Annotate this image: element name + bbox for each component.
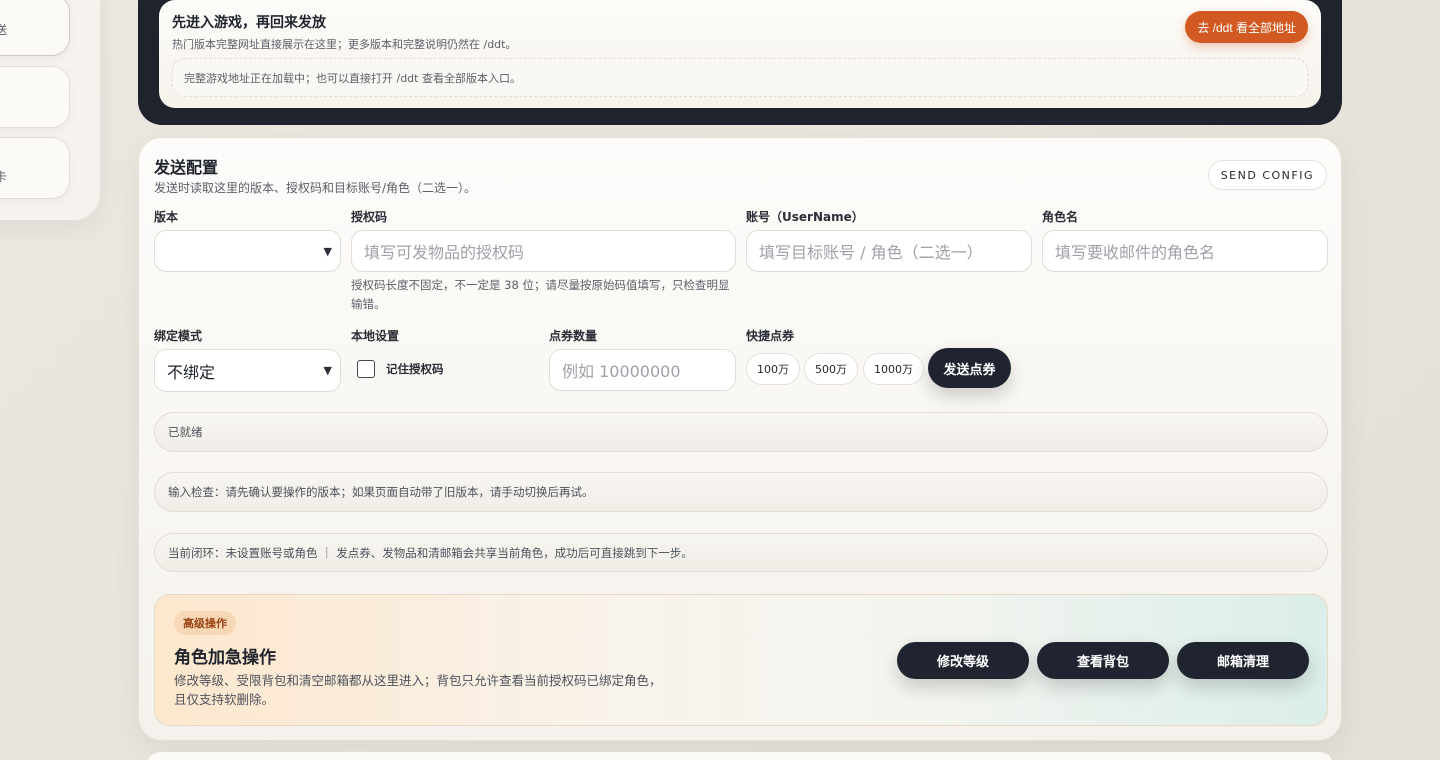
auth-code-label: 授权码 bbox=[351, 210, 388, 224]
send-config-panel: 发送配置 发送时读取这里的版本、授权码和目标账号/角色（二选一）。 SEND C… bbox=[138, 137, 1342, 741]
send-config-badge: SEND CONFIG bbox=[1207, 160, 1327, 190]
quick-coupon-5m-button[interactable]: 500万 bbox=[804, 353, 858, 385]
auth-code-placeholder: 填写可发物品的授权码 bbox=[364, 243, 525, 262]
view-all-addresses-button[interactable]: 去 /ddt 看全部地址 bbox=[1185, 11, 1308, 43]
quick-coupon-1m-button[interactable]: 100万 bbox=[746, 353, 800, 385]
current-loop-status: 当前闭环：未设置账号或角色 ｜ 发点券、发物品和清邮箱会共享当前角色，成功后可直… bbox=[154, 533, 1328, 572]
game-entry-notice: 先进入游戏，再回来发放 热门版本完整网址直接展示在这里；更多版本和完整说明仍然在… bbox=[159, 0, 1321, 108]
notice-subtitle: 热门版本完整网址直接展示在这里；更多版本和完整说明仍然在 /ddt。 bbox=[172, 38, 517, 51]
chevron-down-icon: ▼ bbox=[323, 245, 332, 258]
local-settings-label: 本地设置 bbox=[351, 329, 400, 343]
bind-mode-label: 绑定模式 bbox=[154, 329, 203, 343]
chevron-down-icon: ▼ bbox=[323, 364, 332, 377]
sidebar: 寸 直接发送 料 换体验卡 bbox=[0, 0, 100, 220]
account-label: 账号（UserName） bbox=[746, 210, 864, 224]
sidebar-item-trial-card[interactable]: 换体验卡 bbox=[0, 137, 70, 199]
quick-coupon-label: 快捷点券 bbox=[746, 329, 795, 343]
sidebar-item-line1: 寸 bbox=[0, 3, 69, 21]
role-name-input[interactable]: 填写要收邮件的角色名 bbox=[1042, 230, 1328, 272]
bind-mode-select[interactable]: 不绑定 ▼ bbox=[154, 349, 341, 392]
status-ready: 已就绪 bbox=[154, 412, 1328, 452]
advanced-title: 角色加急操作 bbox=[174, 648, 276, 668]
sidebar-item-direct-send[interactable]: 寸 直接发送 bbox=[0, 0, 70, 56]
mailbox-cleanup-button[interactable]: 邮箱清理 bbox=[1177, 642, 1309, 679]
sidebar-item-data[interactable]: 料 bbox=[0, 66, 70, 128]
game-url-loading: 完整游戏地址正在加载中；也可以直接打开 /ddt 查看全部版本入口。 bbox=[172, 58, 1308, 97]
send-coupon-button[interactable]: 发送点券 bbox=[928, 348, 1011, 388]
sidebar-item-label: 换体验卡 bbox=[0, 170, 8, 184]
next-panel bbox=[146, 752, 1334, 760]
account-input[interactable]: 填写目标账号 / 角色（二选一） bbox=[746, 230, 1032, 272]
auth-code-input[interactable]: 填写可发物品的授权码 bbox=[351, 230, 736, 272]
remember-auth-checkbox[interactable] bbox=[357, 360, 375, 378]
auth-code-hint: 授权码长度不固定，不一定是 38 位；请尽量按原始码值填写，只检查明显输错。 bbox=[351, 278, 730, 311]
quick-coupon-10m-button[interactable]: 1000万 bbox=[863, 353, 924, 385]
coupon-amount-label: 点券数量 bbox=[549, 329, 598, 343]
advanced-description: 修改等级、受限背包和清空邮箱都从这里进入；背包只允许查看当前授权码已绑定角色，且… bbox=[174, 673, 662, 707]
notice-title: 先进入游戏，再回来发放 bbox=[172, 15, 326, 31]
role-name-placeholder: 填写要收邮件的角色名 bbox=[1055, 243, 1216, 262]
advanced-operations-card: 高级操作 角色加急操作 修改等级、受限背包和清空邮箱都从这里进入；背包只允许查看… bbox=[154, 594, 1328, 726]
bind-mode-value: 不绑定 bbox=[167, 362, 216, 382]
input-check-status: 输入检查：请先确认要操作的版本；如果页面自动带了旧版本，请手动切换后再试。 bbox=[154, 472, 1328, 512]
coupon-amount-input[interactable]: 例如 10000000 bbox=[549, 349, 736, 391]
view-backpack-button[interactable]: 查看背包 bbox=[1037, 642, 1169, 679]
modify-level-button[interactable]: 修改等级 bbox=[897, 642, 1029, 679]
role-name-label: 角色名 bbox=[1042, 210, 1079, 224]
version-select[interactable]: ▼ bbox=[154, 230, 341, 272]
advanced-badge: 高级操作 bbox=[174, 611, 236, 635]
version-label: 版本 bbox=[154, 210, 179, 224]
account-placeholder: 填写目标账号 / 角色（二选一） bbox=[759, 243, 983, 262]
remember-auth-label: 记住授权码 bbox=[386, 362, 444, 376]
sidebar-item-label: 料 bbox=[0, 97, 69, 115]
config-subtitle: 发送时读取这里的版本、授权码和目标账号/角色（二选一）。 bbox=[154, 181, 477, 195]
coupon-amount-placeholder: 例如 10000000 bbox=[562, 362, 681, 381]
sidebar-item-label: 直接发送 bbox=[0, 23, 8, 37]
config-title: 发送配置 bbox=[154, 158, 219, 177]
